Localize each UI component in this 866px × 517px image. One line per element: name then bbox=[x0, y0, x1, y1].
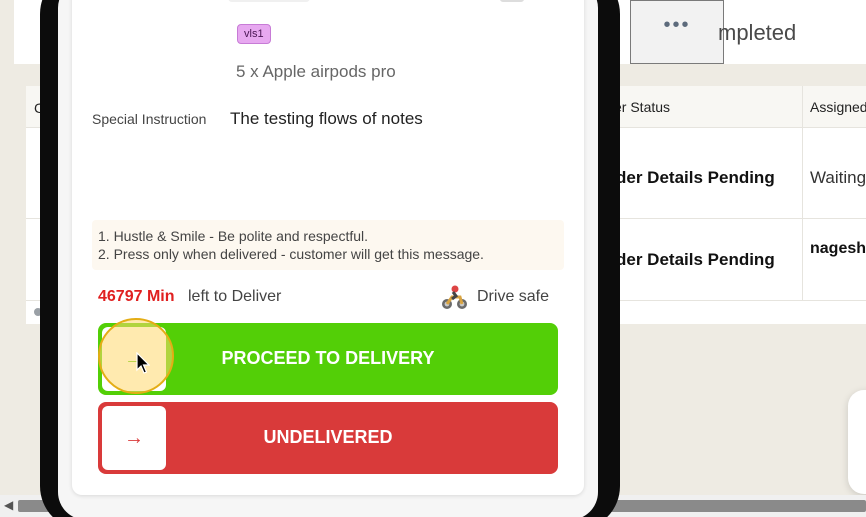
undelivered-button-label: UNDELIVERED bbox=[263, 427, 393, 447]
minutes-remaining: 46797 Min bbox=[98, 288, 175, 305]
table-header-order-status: er Status bbox=[614, 99, 671, 115]
card-top-chip bbox=[228, 0, 310, 2]
vendor-badge: vls1 bbox=[237, 24, 271, 44]
mouse-cursor-icon bbox=[136, 352, 150, 374]
card-top-chip bbox=[500, 0, 524, 2]
special-instruction-label: Special Instruction bbox=[92, 111, 207, 127]
delivery-note: 1. Hustle & Smile - Be polite and respec… bbox=[98, 228, 369, 244]
motorbike-rider-icon bbox=[442, 285, 467, 309]
order-item: 5 x Apple airpods pro bbox=[236, 62, 396, 81]
more-options-button[interactable]: ••• bbox=[630, 0, 724, 64]
drive-safe-text: Drive safe bbox=[477, 288, 550, 305]
scroll-left-icon[interactable]: ◀ bbox=[4, 498, 13, 512]
table-cell-assigned: nagesh bbox=[810, 240, 866, 257]
table-cell-status: der Details Pending bbox=[616, 168, 775, 187]
minutes-remaining-label: left to Deliver bbox=[188, 288, 282, 305]
more-icon: ••• bbox=[663, 13, 691, 36]
column-divider bbox=[802, 86, 803, 300]
tab-completed[interactable]: mpleted bbox=[718, 20, 796, 46]
floating-card[interactable] bbox=[848, 390, 866, 494]
table-cell-assigned: Waiting bbox=[810, 168, 866, 187]
table-cell-status: der Details Pending bbox=[616, 250, 775, 269]
delivery-note: 2. Press only when delivered - customer … bbox=[98, 246, 484, 262]
undelivered-button[interactable]: → UNDELIVERED bbox=[98, 402, 558, 474]
table-header-assigned: Assigned bbox=[810, 99, 866, 115]
special-instruction-text: The testing flows of notes bbox=[230, 109, 423, 128]
